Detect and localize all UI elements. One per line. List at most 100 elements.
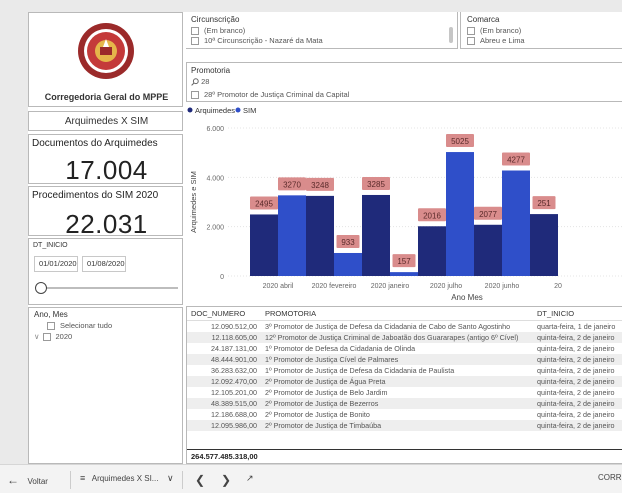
cell-dt-inicio: quinta-feira, 2 de janeiro (533, 354, 622, 365)
bar-arquimedes (530, 214, 558, 276)
comarca-item-label: Abreu e Lima (480, 36, 525, 45)
y-tick-label: 4.000 (206, 175, 224, 182)
table-row[interactable]: 24.187.131,00 1º Promotor de Defesa da Ci… (187, 343, 622, 354)
x-tick-label: 2020 fevereiro (312, 283, 357, 290)
promotoria-search-box[interactable]: 28 (191, 77, 371, 88)
chevron-down-icon[interactable]: ∨ (34, 332, 40, 341)
arrow-left-icon: ← (7, 473, 19, 487)
circunscricao-item-checkbox[interactable] (191, 27, 199, 36)
circunscricao-item-checkbox[interactable] (191, 37, 199, 46)
data-label: 251 (537, 199, 551, 208)
expand-icon[interactable]: ↗ (246, 473, 254, 484)
y-axis-label: Arquimedes e SIM (189, 171, 198, 233)
cell-promotoria: 2º Promotor de Justiça de Belo Jardim (265, 388, 388, 397)
previous-page-button[interactable]: ❮ (195, 473, 205, 487)
cell-dt-inicio: quinta-feira, 2 de janeiro (533, 376, 622, 387)
comarca-slicer: Comarca (Em branco) Abreu e Lima (460, 12, 622, 49)
documents-table: DOC_NUMERO PROMOTORIA DT_INICIO 12.090.5… (187, 307, 622, 431)
circunscricao-item[interactable]: 10ª Circunscrição - Nazaré da Mata (191, 36, 323, 46)
cell-doc-numero: 36.283.632,00 (211, 366, 257, 375)
y-tick-label: 0 (220, 274, 224, 281)
cell-promotoria: 1º Promotor de Defesa da Cidadania de Ol… (265, 344, 416, 353)
cell-dt-inicio: quinta-feira, 2 de janeiro (537, 366, 615, 375)
select-all-option[interactable]: Selecionar tudo (47, 321, 112, 331)
date-start-input[interactable]: 01/01/2020 (34, 256, 78, 272)
legend-marker-sim (235, 107, 241, 113)
table-row[interactable]: 12.118.605,00 12º Promotor de Justiça Cri… (187, 332, 622, 343)
date-slicer: DT_INICIO 01/01/2020 01/08/2020 (28, 238, 183, 305)
comarca-item[interactable]: (Em branco) (467, 26, 521, 36)
date-end-input[interactable]: 01/08/2020 (82, 256, 126, 272)
logo-panel: Corregedoria Geral do MPPE (28, 12, 183, 107)
promotoria-item[interactable]: 28º Promotor de Justiça Criminal da Capi… (191, 90, 349, 100)
circunscricao-item-label: (Em branco) (204, 26, 246, 35)
org-title: Corregedoria Geral do MPPE (44, 92, 169, 102)
circunscricao-item[interactable]: (Em branco) (191, 26, 245, 36)
year-2020-option[interactable]: ∨ 2020 (34, 332, 72, 342)
back-label: Voltar (27, 477, 48, 486)
select-all-checkbox[interactable] (47, 322, 55, 331)
bar-sim (278, 195, 306, 276)
cell-promotoria: 12º Promotor de Justiça Criminal de Jabo… (261, 332, 533, 343)
chevron-down-icon: ∨ (167, 473, 174, 483)
comarca-item-checkbox[interactable] (467, 27, 475, 36)
x-tick-label: 2020 julho (430, 283, 462, 290)
data-label: 2077 (479, 210, 497, 219)
bar-arquimedes (362, 194, 390, 276)
page-list-icon: ≡ (80, 473, 86, 483)
data-label: 4277 (507, 156, 525, 165)
year-2020-checkbox[interactable] (42, 333, 51, 342)
table-row[interactable]: 12.092.470,00 2º Promotor de Justiça de Á… (187, 376, 622, 387)
date-slider-track[interactable] (41, 287, 178, 289)
page-selector[interactable]: ≡ Arquimedes X SI... ∨ (80, 473, 174, 484)
cell-promotoria: 2º Promotor de Justiça de Água Preta (261, 376, 533, 387)
table-row[interactable]: 12.186.688,00 2º Promotor de Justiça de B… (187, 409, 622, 420)
kpi-documentos-value: 17.004 (65, 155, 148, 185)
search-icon (191, 78, 199, 86)
bar-sim (446, 152, 474, 276)
comarca-item[interactable]: Abreu e Lima (467, 36, 525, 46)
column-header-promotoria[interactable]: PROMOTORIA (261, 307, 533, 321)
table-row[interactable]: 12.105.201,00 2º Promotor de Justiça de B… (187, 387, 622, 398)
promotoria-item-label: 28º Promotor de Justiça Criminal da Capi… (204, 90, 350, 99)
report-canvas: Corregedoria Geral do MPPE Arquimedes X … (28, 12, 622, 464)
legend-label-sim: SIM (243, 106, 256, 115)
circunscricao-slicer: Circunscrição (Em branco) 10ª Circunscri… (186, 12, 458, 49)
data-label: 933 (341, 238, 355, 247)
report-title: Arquimedes X SIM (64, 116, 149, 127)
report-title-panel: Arquimedes X SIM (28, 111, 183, 131)
data-label: 3270 (283, 180, 301, 189)
cell-dt-inicio: quinta-feira, 2 de janeiro (537, 410, 615, 419)
table-row[interactable]: 48.389.515,00 2º Promotor de Justiça de B… (187, 398, 622, 409)
bar-sim (502, 170, 530, 276)
cell-dt-inicio: quinta-feira, 2 de janeiro (533, 420, 622, 431)
cell-promotoria: 2º Promotor de Justiça de Timbaúba (261, 420, 533, 431)
next-page-button[interactable]: ❯ (221, 473, 231, 487)
circunscricao-scrollbar[interactable] (449, 27, 453, 43)
bar-chart-panel: Arquimedes SIM 0 2.000 4.000 6.000 Arquimedes … (186, 104, 622, 304)
cell-dt-inicio: quinta-feira, 2 de janeiro (533, 398, 622, 409)
table-row[interactable]: 48.444.901,00 1º Promotor de Justiça Cíve… (187, 354, 622, 365)
mppe-seal-logo (78, 23, 134, 79)
cell-doc-numero: 48.444.901,00 (187, 354, 261, 365)
comarca-item-checkbox[interactable] (467, 37, 475, 46)
kpi-procedimentos-label: Procedimentos do SIM 2020 (32, 190, 159, 201)
back-button[interactable]: ← Voltar (7, 473, 48, 487)
cell-dt-inicio: quinta-feira, 2 de janeiro (537, 388, 615, 397)
table-row[interactable]: 36.283.632,00 1º Promotor de Justiça de D… (187, 365, 622, 376)
date-slider-handle[interactable] (35, 282, 47, 294)
column-header-doc-numero[interactable]: DOC_NUMERO (187, 307, 261, 321)
table-row[interactable]: 12.095.986,00 2º Promotor de Justiça de T… (187, 420, 622, 431)
ano-mes-label: Ano, Mes (34, 310, 68, 319)
cell-doc-numero: 12.092.470,00 (187, 376, 261, 387)
promotoria-item-checkbox[interactable] (191, 91, 199, 100)
table-row[interactable]: 12.090.512,00 3º Promotor de Justiça de D… (187, 321, 622, 333)
promotoria-search-value: 28 (201, 77, 210, 86)
bar-arquimedes (474, 224, 502, 276)
column-header-dt-inicio[interactable]: DT_INICIO (533, 307, 622, 321)
promotoria-label: Promotoria (191, 66, 231, 75)
x-axis-label: Ano Mes (451, 293, 483, 302)
circunscricao-item-label: 10ª Circunscrição - Nazaré da Mata (204, 36, 323, 45)
table-header-row: DOC_NUMERO PROMOTORIA DT_INICIO (187, 307, 622, 321)
comarca-label: Comarca (467, 15, 500, 24)
